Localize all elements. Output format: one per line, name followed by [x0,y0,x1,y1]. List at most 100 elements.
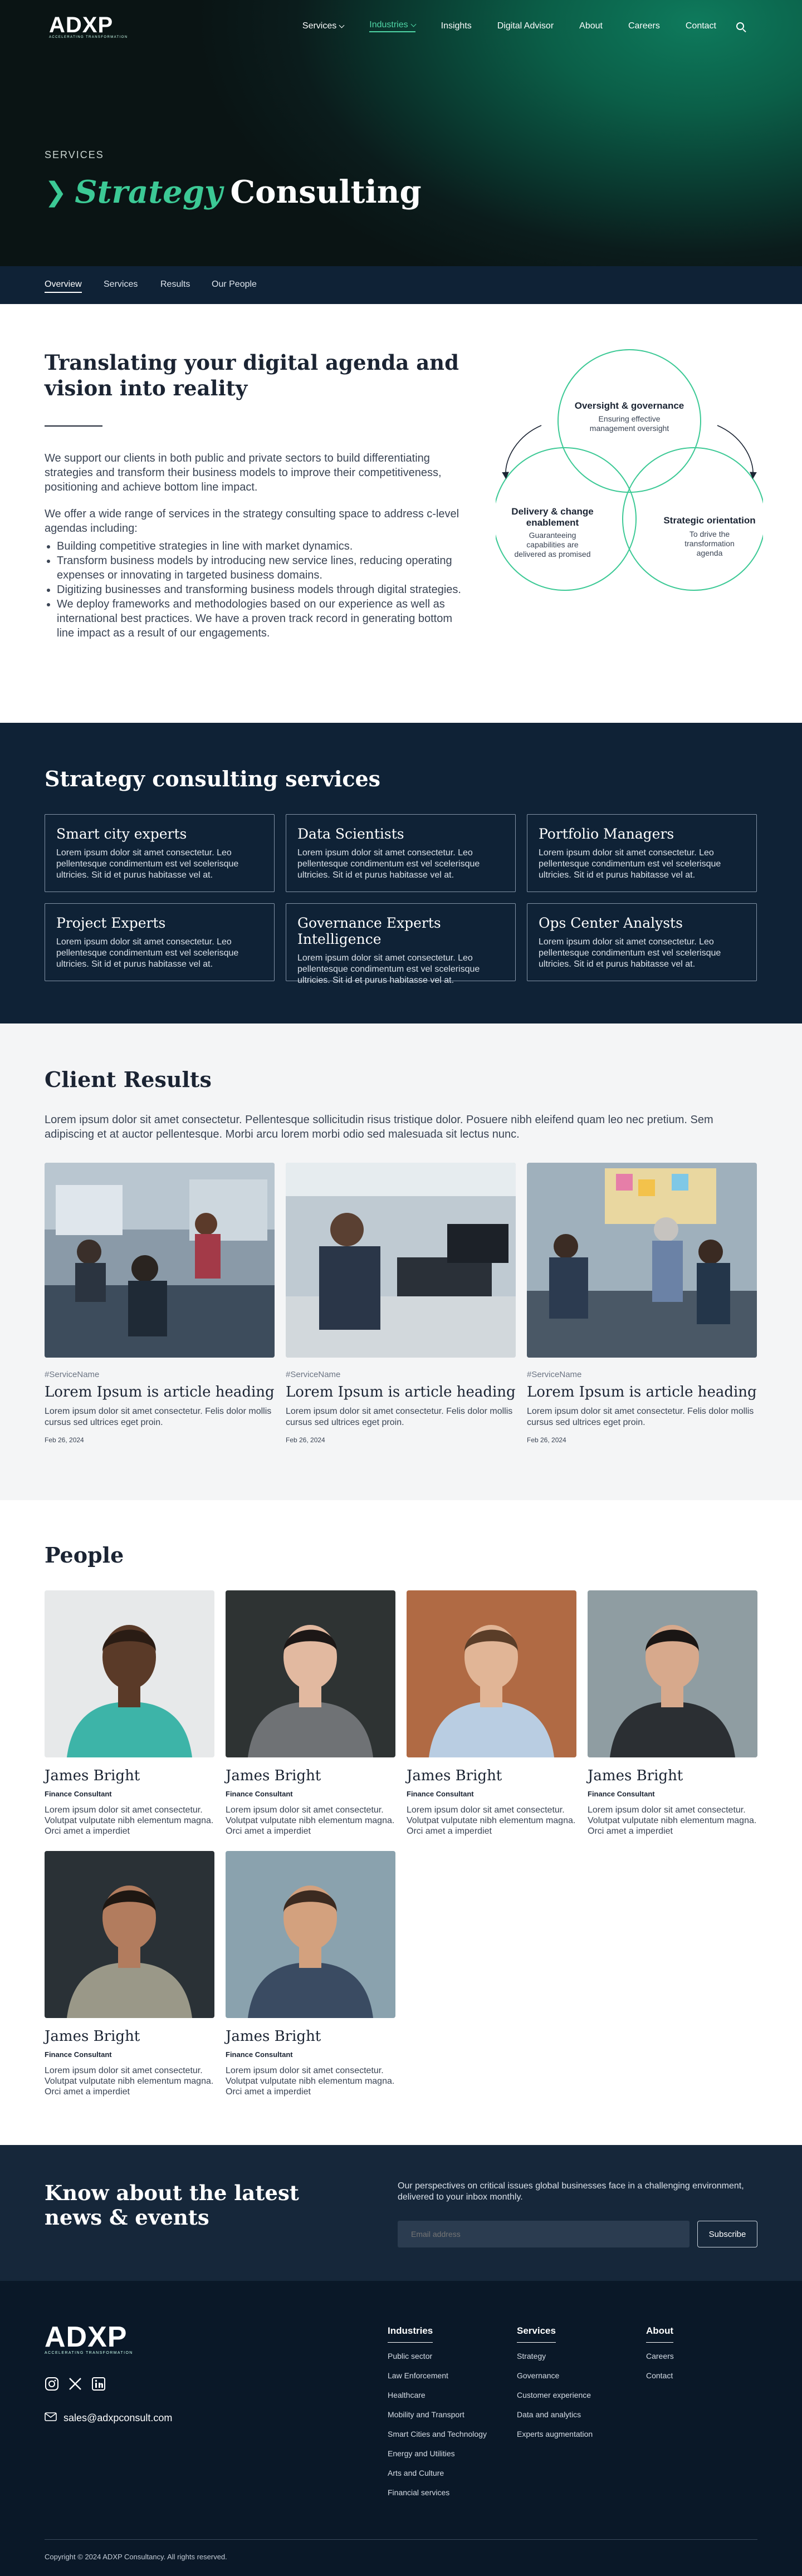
result-title: Lorem Ipsum is article heading [286,1384,516,1400]
person-role: Finance Consultant [226,1790,293,1798]
service-card[interactable]: Portfolio Managers Lorem ipsum dolor sit … [527,814,757,892]
logo-text: ADXP [49,13,114,37]
page-subnav: Overview Services Results Our People [0,266,802,304]
result-title: Lorem Ipsum is article heading [527,1384,757,1400]
nav-careers[interactable]: Careers [628,21,660,31]
footer-link[interactable]: Energy and Utilities [388,2449,487,2458]
main-nav: Services Industries Insights Digital Adviso… [277,20,744,32]
result-date: Feb 26, 2024 [45,1436,84,1444]
result-card[interactable]: #ServiceName Lorem Ipsum is article headi… [286,1163,516,1444]
service-card[interactable]: Data Scientists Lorem ipsum dolor sit ame… [286,814,516,892]
logo-tagline: ACCELERATING TRANSFORMATION [45,2351,133,2355]
service-card[interactable]: Smart city experts Lorem ipsum dolor sit … [45,814,275,892]
hero-section: ADXP ACCELERATING TRANSFORMATION Service… [0,0,802,266]
divider [45,2539,757,2540]
subscribe-button[interactable]: Subscribe [697,2221,757,2247]
newsletter-text: Our perspectives on critical issues glob… [398,2181,744,2202]
footer-email[interactable]: sales@adxpconsult.com [45,2412,172,2424]
service-card[interactable]: Project Experts Lorem ipsum dolor sit ame… [45,903,275,981]
subnav-results[interactable]: Results [160,280,190,290]
person-card[interactable]: James Bright Finance Consultant Lorem ipsu… [588,1590,757,1840]
person-role: Finance Consultant [588,1790,655,1798]
service-card[interactable]: Ops Center Analysts Lorem ipsum dolor sit… [527,903,757,981]
nav-industries[interactable]: Industries [369,20,417,32]
nav-about[interactable]: About [579,21,603,31]
footer-link[interactable]: Strategy [517,2352,593,2360]
person-card[interactable]: James Bright Finance Consultant Lorem ipsu… [226,1851,395,2100]
person-card[interactable]: James Bright Finance Consultant Lorem ipsu… [407,1590,576,1840]
footer-logo[interactable]: ADXP ACCELERATING TRANSFORMATION [45,2322,133,2355]
result-tag: #ServiceName [286,1370,341,1379]
footer-link[interactable]: Public sector [388,2352,487,2360]
footer-link[interactable]: Arts and Culture [388,2469,487,2477]
search-icon[interactable] [736,22,744,30]
person-bio: Lorem ipsum dolor sit amet consectetur. … [45,2066,214,2097]
person-role: Finance Consultant [45,2050,112,2059]
footer-column-title: Services [517,2325,556,2343]
person-role: Finance Consultant [407,1790,474,1798]
person-photo [45,1851,214,2018]
venn-diagram: Oversight & governance Ensuring effectiv… [496,349,763,591]
person-card[interactable]: James Bright Finance Consultant Lorem ipsu… [45,1590,214,1840]
person-name: James Bright [45,2028,140,2045]
person-card[interactable]: James Bright Finance Consultant Lorem ipsu… [226,1590,395,1840]
results-grid: #ServiceName Lorem Ipsum is article headi… [45,1163,757,1444]
footer-link[interactable]: Contact [646,2371,674,2380]
person-name: James Bright [226,2028,321,2045]
hero-label: SERVICES [45,149,104,160]
footer-link[interactable]: Governance [517,2371,593,2380]
footer-column-title: About [646,2325,674,2343]
footer-link[interactable]: Law Enforcement [388,2371,487,2380]
nav-contact[interactable]: Contact [686,21,716,31]
service-card[interactable]: Governance Experts Intelligence Lorem ips… [286,903,516,985]
nav-label: Services [302,21,337,31]
nav-services[interactable]: Services [302,21,345,31]
hero-title-rest: Consulting [230,174,422,210]
result-text: Lorem ipsum dolor sit amet consectetur. … [286,1407,513,1427]
subnav-our-people[interactable]: Our People [212,280,257,290]
footer-link[interactable]: Experts augmentation [517,2430,593,2438]
overview-title: Translating your digital agenda and visi… [45,350,459,400]
person-photo [226,1590,395,1757]
overview-section: Translating your digital agenda and visi… [0,304,802,723]
instagram-icon[interactable] [45,2377,59,2391]
person-bio: Lorem ipsum dolor sit amet consectetur. … [588,1805,757,1836]
result-card[interactable]: #ServiceName Lorem Ipsum is article headi… [527,1163,757,1444]
service-card-title: Governance Experts Intelligence [297,915,441,947]
venn-arrow-left [502,425,542,479]
logo[interactable]: ADXP ACCELERATING TRANSFORMATION [49,13,128,39]
email-input[interactable] [398,2221,689,2247]
footer-link[interactable]: Mobility and Transport [388,2410,487,2419]
person-card[interactable]: James Bright Finance Consultant Lorem ipsu… [45,1851,214,2100]
nav-digital-advisor[interactable]: Digital Advisor [497,21,554,31]
footer-link[interactable]: Smart Cities and Technology [388,2430,487,2438]
service-card-title: Smart city experts [56,826,187,842]
service-card-text: Lorem ipsum dolor sit amet consectetur. … [297,953,480,985]
footer-link[interactable]: Careers [646,2352,674,2360]
subnav-services[interactable]: Services [104,280,138,290]
services-title: Strategy consulting services [45,766,381,791]
subnav-overview[interactable]: Overview [45,280,82,293]
logo-text: ADXP [45,2321,128,2353]
service-card-title: Data Scientists [297,826,404,842]
result-title: Lorem Ipsum is article heading [45,1384,275,1400]
nav-insights[interactable]: Insights [441,21,472,31]
footer-column-industries: Industries Public sector Law Enforcement He… [388,2325,487,2508]
footer: ADXP ACCELERATING TRANSFORMATION sales@a… [0,2281,802,2576]
bullet-item: We deploy frameworks and methodologies b… [57,597,468,640]
venn-left-text: capabilities are [526,540,579,549]
chevron-down-icon [339,22,345,28]
nav-label: Digital Advisor [497,21,554,31]
nav-label: Contact [685,21,716,31]
footer-link[interactable]: Data and analytics [517,2410,593,2419]
result-card[interactable]: #ServiceName Lorem Ipsum is article headi… [45,1163,275,1444]
footer-link[interactable]: Healthcare [388,2391,487,2399]
x-icon[interactable] [68,2377,82,2391]
social-links [45,2377,106,2391]
linkedin-icon[interactable] [91,2377,106,2391]
email-address: sales@adxpconsult.com [63,2412,173,2423]
footer-link[interactable]: Customer experience [517,2391,593,2399]
footer-link[interactable]: Financial services [388,2488,487,2497]
venn-top-title: Oversight & governance [575,400,684,411]
mail-icon [45,2412,57,2424]
